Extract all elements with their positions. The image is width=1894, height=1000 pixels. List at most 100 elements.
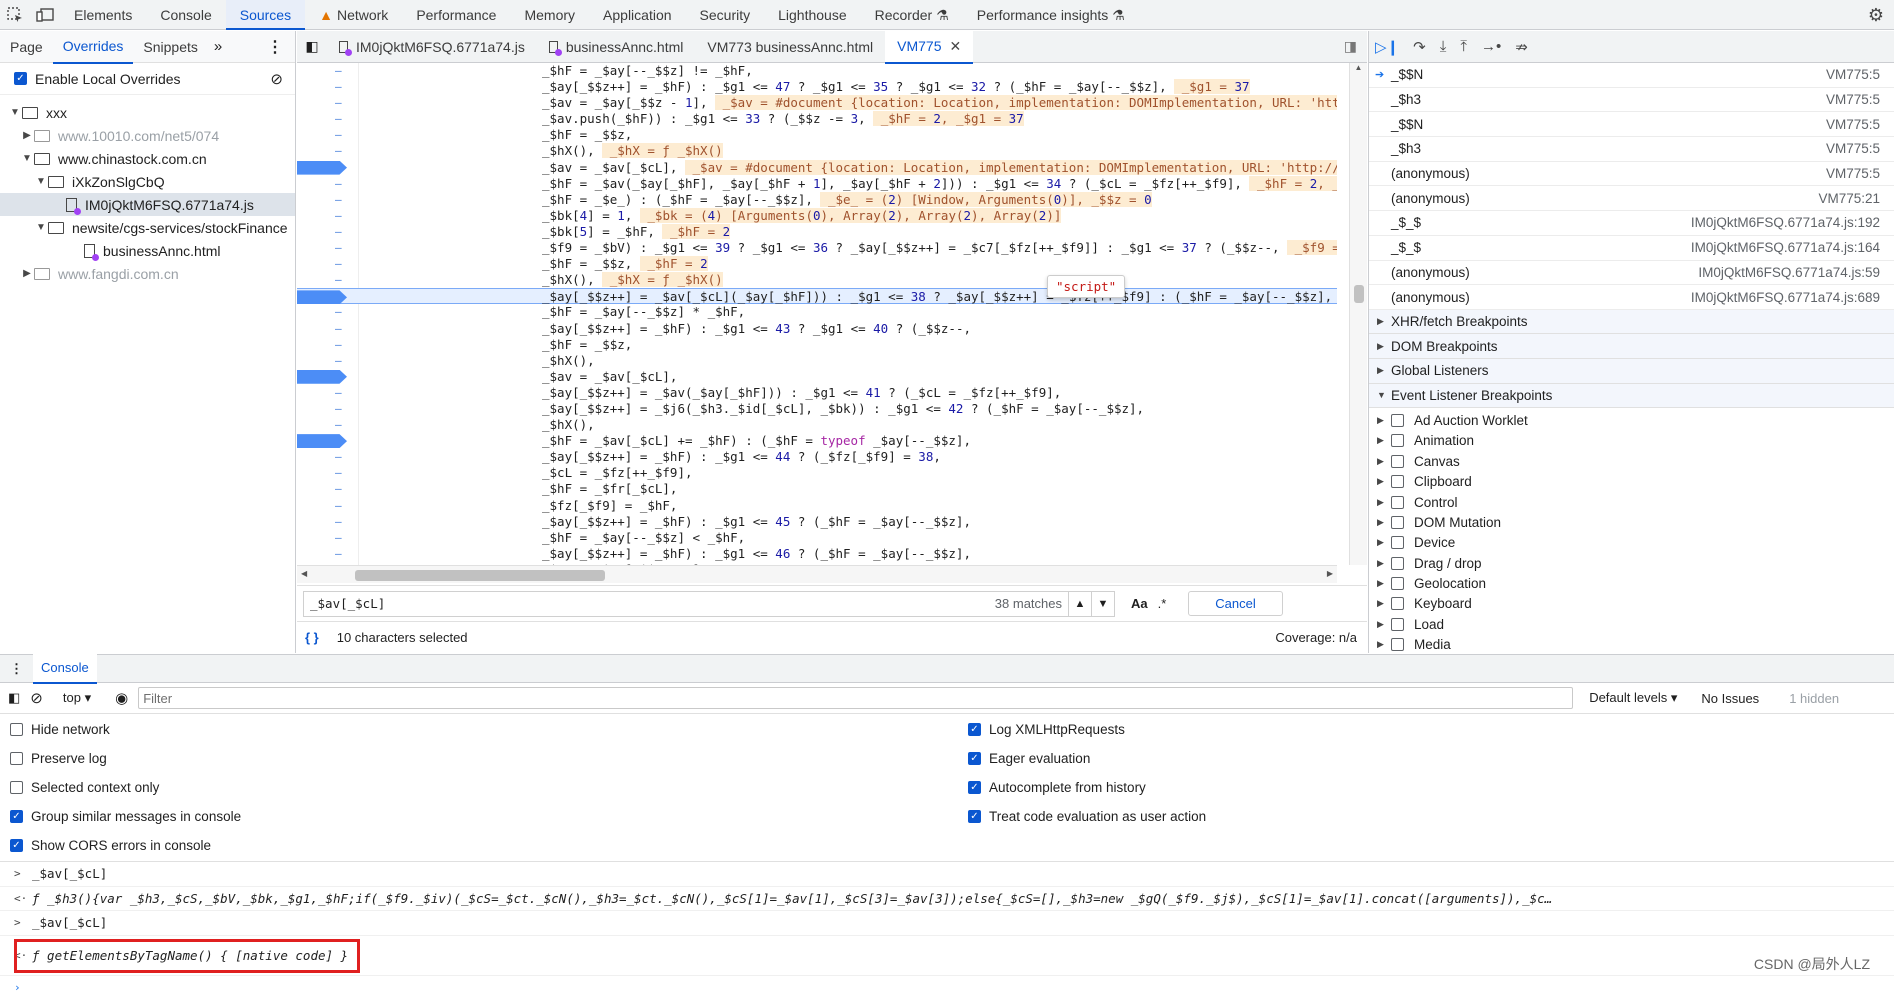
collapse-arrow-icon[interactable]: ▶ (20, 268, 34, 279)
collapse-arrow-icon[interactable]: ▶ (1377, 435, 1391, 446)
tab-recorder[interactable]: Recorder ⚗ (861, 0, 963, 30)
tab-elements[interactable]: Elements (60, 0, 146, 30)
console-filter-input[interactable]: Filter (138, 687, 1573, 709)
code-line[interactable]: –_$ay[_$$z++] = _$av(_$ay[_$hF])) : _$g1… (297, 385, 1337, 401)
line-marker[interactable]: – (335, 256, 342, 272)
vertical-scrollbar[interactable]: ▲ (1349, 63, 1367, 565)
line-marker[interactable]: – (335, 272, 342, 288)
line-marker[interactable]: – (335, 385, 342, 401)
line-marker[interactable]: – (335, 321, 342, 337)
call-frame[interactable]: (anonymous)IM0jQktM6FSQ.6771a74.js:59 (1369, 261, 1894, 286)
event-breakpoint-checkbox[interactable] (1391, 455, 1404, 468)
code-line[interactable]: –_$ay[_$$z++] = _$j6(_$h3._$id[_$cL], _$… (297, 401, 1337, 417)
scroll-left-icon[interactable]: ◀ (301, 569, 307, 578)
step-out-icon[interactable]: ⤒ (1460, 38, 1467, 55)
tab-network[interactable]: ▲ Network (305, 0, 402, 30)
breakpoint-marker[interactable] (297, 161, 347, 175)
setting-checkbox[interactable] (10, 723, 23, 736)
tree-item-js-file[interactable]: IM0jQktM6FSQ.6771a74.js (0, 193, 295, 216)
console-setting[interactable]: ✓Autocomplete from history (968, 780, 1146, 795)
step-over-icon[interactable]: ↷ (1413, 38, 1426, 56)
setting-checkbox[interactable] (10, 752, 23, 765)
tree-item-fangdi[interactable]: ▶ www.fangdi.com.cn (0, 262, 295, 285)
line-marker[interactable]: – (335, 111, 342, 127)
setting-checkbox[interactable]: ✓ (10, 839, 23, 852)
line-marker[interactable]: – (335, 417, 342, 433)
line-marker[interactable]: – (335, 224, 342, 240)
enable-overrides-checkbox[interactable]: ✓ (14, 72, 27, 85)
editor-tab-vm773[interactable]: VM773 businessAnnc.html (695, 31, 885, 63)
section-event-listener-breakpoints[interactable]: ▼Event Listener Breakpoints (1369, 384, 1894, 409)
event-breakpoint-item[interactable]: ▶Canvas (1369, 451, 1894, 471)
call-frame[interactable]: (anonymous)VM775:21 (1369, 186, 1894, 211)
line-marker[interactable]: – (335, 143, 342, 159)
code-line[interactable]: –_$hF = _$ay[--_$$z] != _$hF, (297, 63, 1337, 79)
more-tabs-icon[interactable]: » (208, 38, 228, 55)
line-marker[interactable]: – (335, 449, 342, 465)
tab-performance[interactable]: Performance (402, 0, 510, 30)
code-line[interactable]: –_$hX(), (297, 353, 1337, 369)
setting-checkbox[interactable] (10, 781, 23, 794)
setting-checkbox[interactable]: ✓ (968, 752, 981, 765)
event-breakpoint-checkbox[interactable] (1391, 434, 1404, 447)
code-line[interactable]: –_$av = _$ay[_$$z - 1], _$av = #document… (297, 95, 1337, 111)
event-breakpoint-item[interactable]: ▶Drag / drop (1369, 553, 1894, 573)
line-marker[interactable]: – (335, 208, 342, 224)
close-tab-icon[interactable]: ✕ (950, 30, 962, 62)
call-frame[interactable]: _$$NVM775:5 (1369, 112, 1894, 137)
console-setting[interactable]: ✓Group similar messages in console (10, 809, 241, 824)
code-line[interactable]: –_$f9 = _$bV) : _$g1 <= 39 ? _$g1 <= 36 … (297, 240, 1337, 256)
scrollbar-thumb[interactable] (355, 570, 605, 581)
tree-item-stockfinance[interactable]: ▼ newsite/cgs-services/stockFinance (0, 216, 295, 239)
setting-checkbox[interactable]: ✓ (968, 781, 981, 794)
console-input-line[interactable]: >_$av[_$cL] (0, 911, 1894, 936)
event-breakpoint-checkbox[interactable] (1391, 557, 1404, 570)
line-marker[interactable]: – (335, 337, 342, 353)
call-frame[interactable]: _$$NVM775:5 (1369, 63, 1894, 88)
console-output-line[interactable]: <·ƒ getElementsByTagName() { [native cod… (0, 936, 1894, 976)
code-line[interactable]: –_$ay[_$$z++] = _$hF) : _$g1 <= 43 ? _$g… (297, 321, 1337, 337)
pretty-print-icon[interactable]: { } (305, 630, 319, 645)
call-frame[interactable]: _$_$IM0jQktM6FSQ.6771a74.js:192 (1369, 211, 1894, 236)
code-line[interactable]: –_$av.push(_$hF)) : _$g1 <= 33 ? (_$$z -… (297, 111, 1337, 127)
collapse-arrow-icon[interactable]: ▶ (1377, 415, 1391, 426)
code-line[interactable]: –_$hF = _$$z, (297, 127, 1337, 143)
code-line[interactable]: –_$cL = _$fz[++_$f9], (297, 465, 1337, 481)
call-frame[interactable]: _$_$IM0jQktM6FSQ.6771a74.js:164 (1369, 236, 1894, 261)
tab-sources[interactable]: Sources (226, 0, 305, 30)
collapse-arrow-icon[interactable]: ▶ (1377, 537, 1391, 548)
nav-tab-page[interactable]: Page (0, 31, 53, 63)
code-line[interactable]: –_$hF = _$e_) : (_$hF = _$ay[--_$$z], _$… (297, 192, 1337, 208)
line-marker[interactable]: – (335, 481, 342, 497)
cancel-search-button[interactable]: Cancel (1188, 591, 1282, 616)
setting-checkbox[interactable]: ✓ (968, 723, 981, 736)
tree-item-root[interactable]: ▼ xxx (0, 101, 295, 124)
event-breakpoint-item[interactable]: ▶Device (1369, 533, 1894, 553)
setting-checkbox[interactable]: ✓ (10, 810, 23, 823)
code-line[interactable]: –_$hF = _$fr[_$cL], (297, 481, 1337, 497)
device-toolbar-icon[interactable] (30, 0, 60, 30)
event-breakpoint-item[interactable]: ▶Media (1369, 635, 1894, 655)
collapse-arrow-icon[interactable]: ▶ (1377, 558, 1391, 569)
event-breakpoint-checkbox[interactable] (1391, 475, 1404, 488)
section-global-listeners[interactable]: ▶Global Listeners (1369, 359, 1894, 384)
search-prev-button[interactable]: ▲ (1068, 591, 1092, 617)
resume-icon[interactable]: ▷❙ (1375, 38, 1399, 56)
nav-tab-snippets[interactable]: Snippets (133, 31, 207, 63)
line-marker[interactable]: – (335, 127, 342, 143)
call-frame[interactable]: _$h3VM775:5 (1369, 137, 1894, 162)
tab-memory[interactable]: Memory (510, 0, 589, 30)
console-setting[interactable]: ✓Show CORS errors in console (10, 838, 211, 853)
scroll-up-icon[interactable]: ▲ (1350, 63, 1367, 72)
line-marker[interactable]: – (335, 530, 342, 546)
line-marker[interactable]: – (335, 498, 342, 514)
event-breakpoint-checkbox[interactable] (1391, 496, 1404, 509)
console-setting[interactable]: Hide network (10, 722, 110, 737)
code-line[interactable]: –_$fz[_$f9] = _$hF, (297, 498, 1337, 514)
collapse-arrow-icon[interactable]: ▶ (1377, 456, 1391, 467)
call-frame[interactable]: (anonymous)IM0jQktM6FSQ.6771a74.js:689 (1369, 285, 1894, 310)
console-input-line[interactable]: >_$av[_$cL] (0, 862, 1894, 887)
setting-checkbox[interactable]: ✓ (968, 810, 981, 823)
event-breakpoint-item[interactable]: ▶DOM Mutation (1369, 512, 1894, 532)
match-case-button[interactable]: Aa (1131, 596, 1148, 611)
